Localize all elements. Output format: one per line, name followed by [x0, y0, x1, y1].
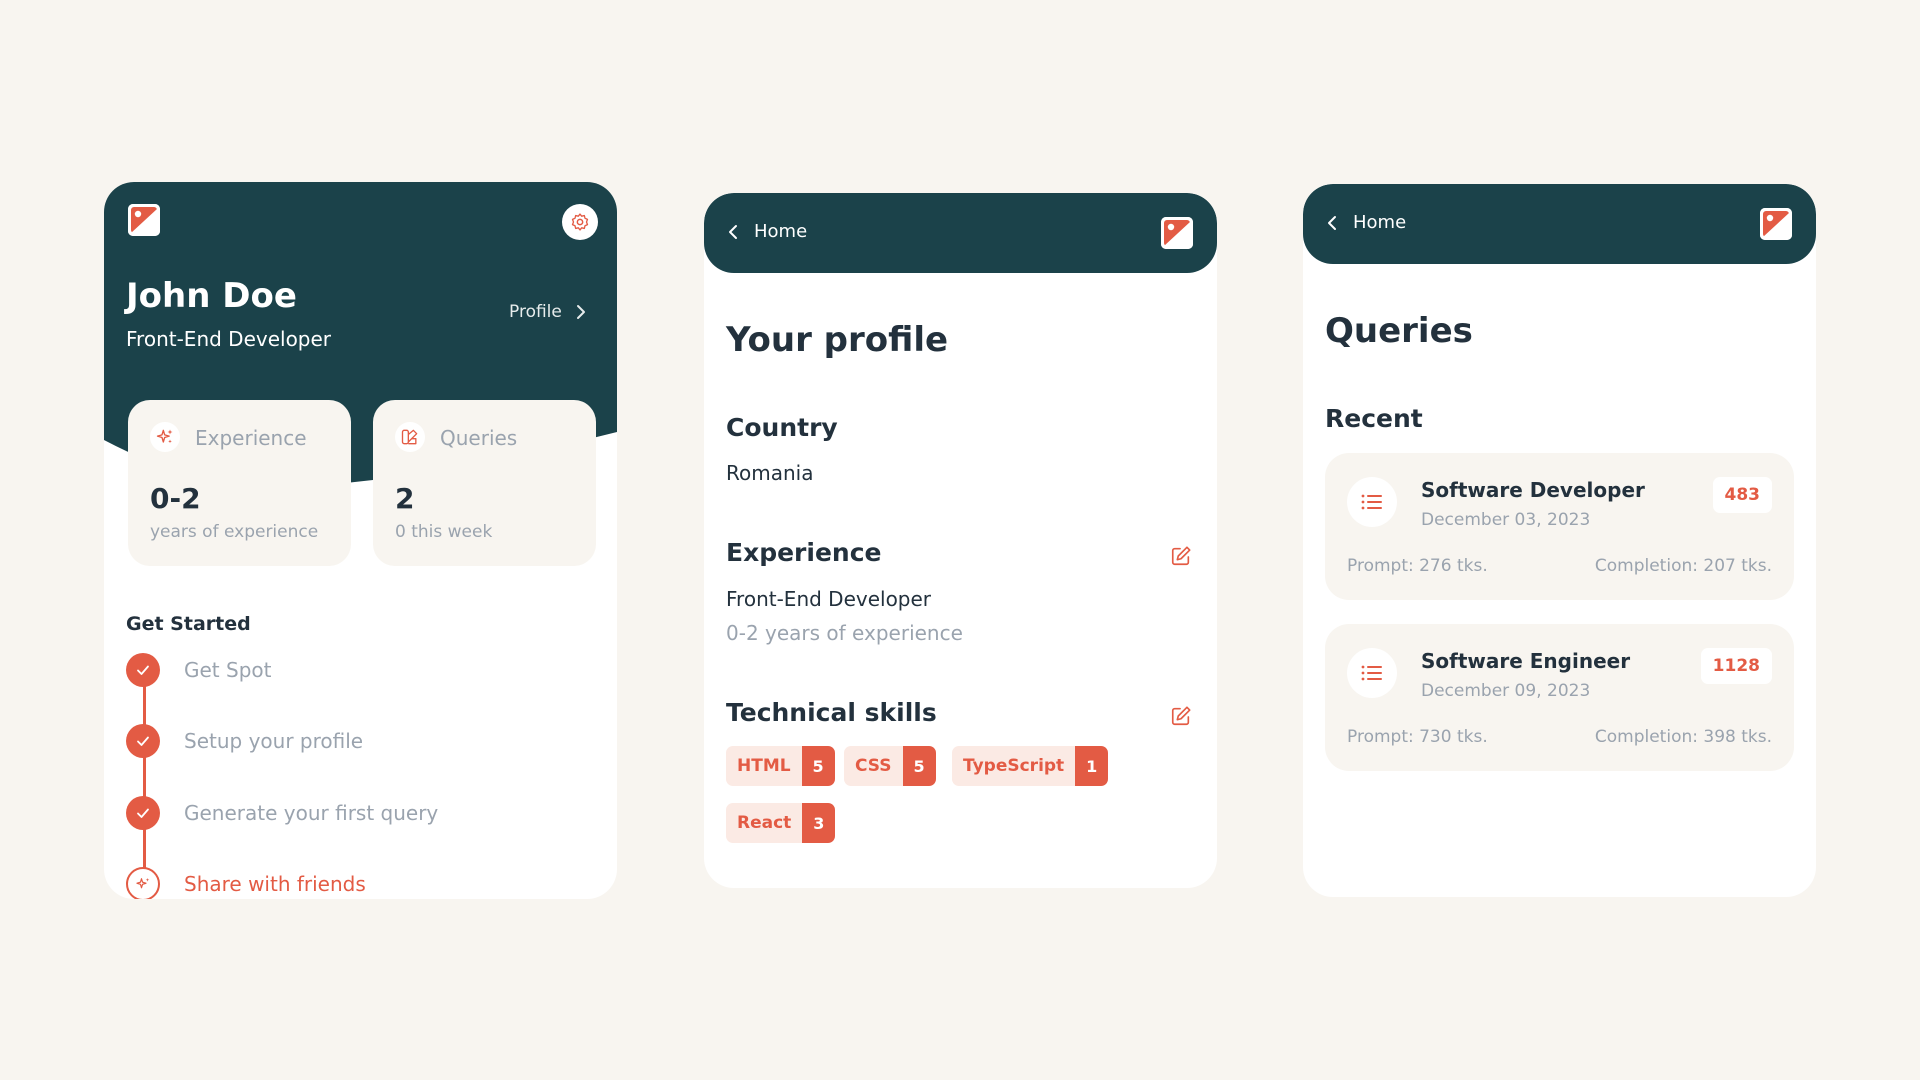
step-label: Setup your profile — [184, 729, 364, 753]
country-heading: Country — [726, 413, 838, 442]
page-title: Queries — [1325, 311, 1473, 351]
edit-icon — [1171, 706, 1191, 726]
shapes-icon — [395, 422, 425, 452]
page-title: Your profile — [726, 320, 949, 360]
image-logo-icon — [1161, 217, 1193, 249]
back-home-label: Home — [754, 221, 808, 242]
sparkle-icon — [126, 867, 160, 899]
profile-link-label: Profile — [509, 302, 562, 322]
profile-summary-card: John Doe Front-End Developer Profile Exp… — [104, 182, 617, 899]
stat-value: 0-2 — [150, 482, 201, 515]
query-title: Software Developer — [1421, 478, 1645, 502]
back-home-link[interactable]: Home — [1327, 212, 1406, 233]
stat-value: 2 — [395, 482, 415, 515]
profile-link[interactable]: Profile — [509, 302, 586, 322]
edit-icon — [1171, 546, 1191, 566]
image-logo-icon — [128, 204, 160, 236]
step-item-active[interactable]: Share with friends — [126, 867, 366, 899]
technical-skills-heading: Technical skills — [726, 698, 937, 727]
gear-icon — [571, 213, 589, 231]
sparkle-icon — [150, 422, 180, 452]
check-icon — [126, 796, 160, 830]
skill-count: 1 — [1075, 746, 1109, 786]
query-title: Software Engineer — [1421, 649, 1631, 673]
check-icon — [126, 653, 160, 687]
recent-heading: Recent — [1325, 404, 1423, 433]
skill-name: TypeScript — [952, 746, 1076, 786]
top-nav-bar: Home — [704, 193, 1217, 273]
query-prompt-tokens: Prompt: 730 tks. — [1347, 727, 1488, 747]
top-nav-bar: Home — [1303, 184, 1816, 264]
skill-name: React — [726, 803, 803, 843]
query-prompt-tokens: Prompt: 276 tks. — [1347, 556, 1488, 576]
experience-heading: Experience — [726, 538, 882, 567]
skill-count: 5 — [902, 746, 936, 786]
edit-experience-button[interactable] — [1170, 545, 1192, 567]
stat-subtext: years of experience — [150, 522, 319, 542]
skill-count: 5 — [801, 746, 835, 786]
profile-details-card: Home Your profile Country Romania Experi… — [704, 193, 1217, 888]
query-card[interactable]: Software Engineer December 09, 2023 1128… — [1325, 624, 1794, 771]
list-icon — [1347, 477, 1397, 527]
query-date: December 09, 2023 — [1421, 681, 1591, 701]
user-name: John Doe — [126, 276, 297, 316]
back-home-label: Home — [1353, 212, 1407, 233]
steps-progress-line — [143, 668, 146, 888]
step-item[interactable]: Generate your first query — [126, 796, 438, 830]
stat-label: Queries — [440, 426, 518, 450]
query-count-badge: 483 — [1712, 477, 1772, 513]
stat-label: Experience — [195, 426, 307, 450]
edit-skills-button[interactable] — [1170, 705, 1192, 727]
chevron-right-icon — [576, 305, 585, 319]
skill-chip[interactable]: TypeScript 1 — [952, 746, 1109, 786]
queries-stat-card[interactable]: Queries 2 0 this week — [373, 400, 596, 566]
settings-button[interactable] — [562, 204, 598, 240]
user-role: Front-End Developer — [126, 327, 332, 351]
get-started-heading: Get Started — [126, 613, 251, 635]
experience-stat-card[interactable]: Experience 0-2 years of experience — [128, 400, 351, 566]
list-icon — [1347, 648, 1397, 698]
query-completion-tokens: Completion: 398 tks. — [1594, 727, 1772, 747]
step-item[interactable]: Get Spot — [126, 653, 271, 687]
step-label: Generate your first query — [184, 801, 439, 825]
chevron-left-icon — [729, 224, 737, 239]
query-date: December 03, 2023 — [1421, 510, 1591, 530]
query-count-badge: 1128 — [1700, 648, 1772, 684]
skill-name: CSS — [844, 746, 903, 786]
skill-chip[interactable]: HTML 5 — [726, 746, 835, 786]
experience-role: Front-End Developer — [726, 587, 932, 611]
skill-chip[interactable]: CSS 5 — [844, 746, 936, 786]
skill-count: 3 — [802, 803, 836, 843]
skill-chip[interactable]: React 3 — [726, 803, 836, 843]
check-icon — [126, 724, 160, 758]
query-completion-tokens: Completion: 207 tks. — [1594, 556, 1772, 576]
step-item[interactable]: Setup your profile — [126, 724, 363, 758]
image-logo-icon — [1760, 208, 1792, 240]
skill-name: HTML — [726, 746, 802, 786]
chevron-left-icon — [1328, 215, 1336, 230]
back-home-link[interactable]: Home — [728, 221, 807, 242]
step-label: Share with friends — [184, 872, 366, 896]
step-label: Get Spot — [184, 658, 272, 682]
country-value: Romania — [726, 461, 814, 485]
query-card[interactable]: Software Developer December 03, 2023 483… — [1325, 453, 1794, 600]
queries-card: Home Queries Recent Software Developer D… — [1303, 184, 1816, 897]
experience-years: 0-2 years of experience — [726, 621, 963, 645]
stat-subtext: 0 this week — [395, 522, 493, 542]
